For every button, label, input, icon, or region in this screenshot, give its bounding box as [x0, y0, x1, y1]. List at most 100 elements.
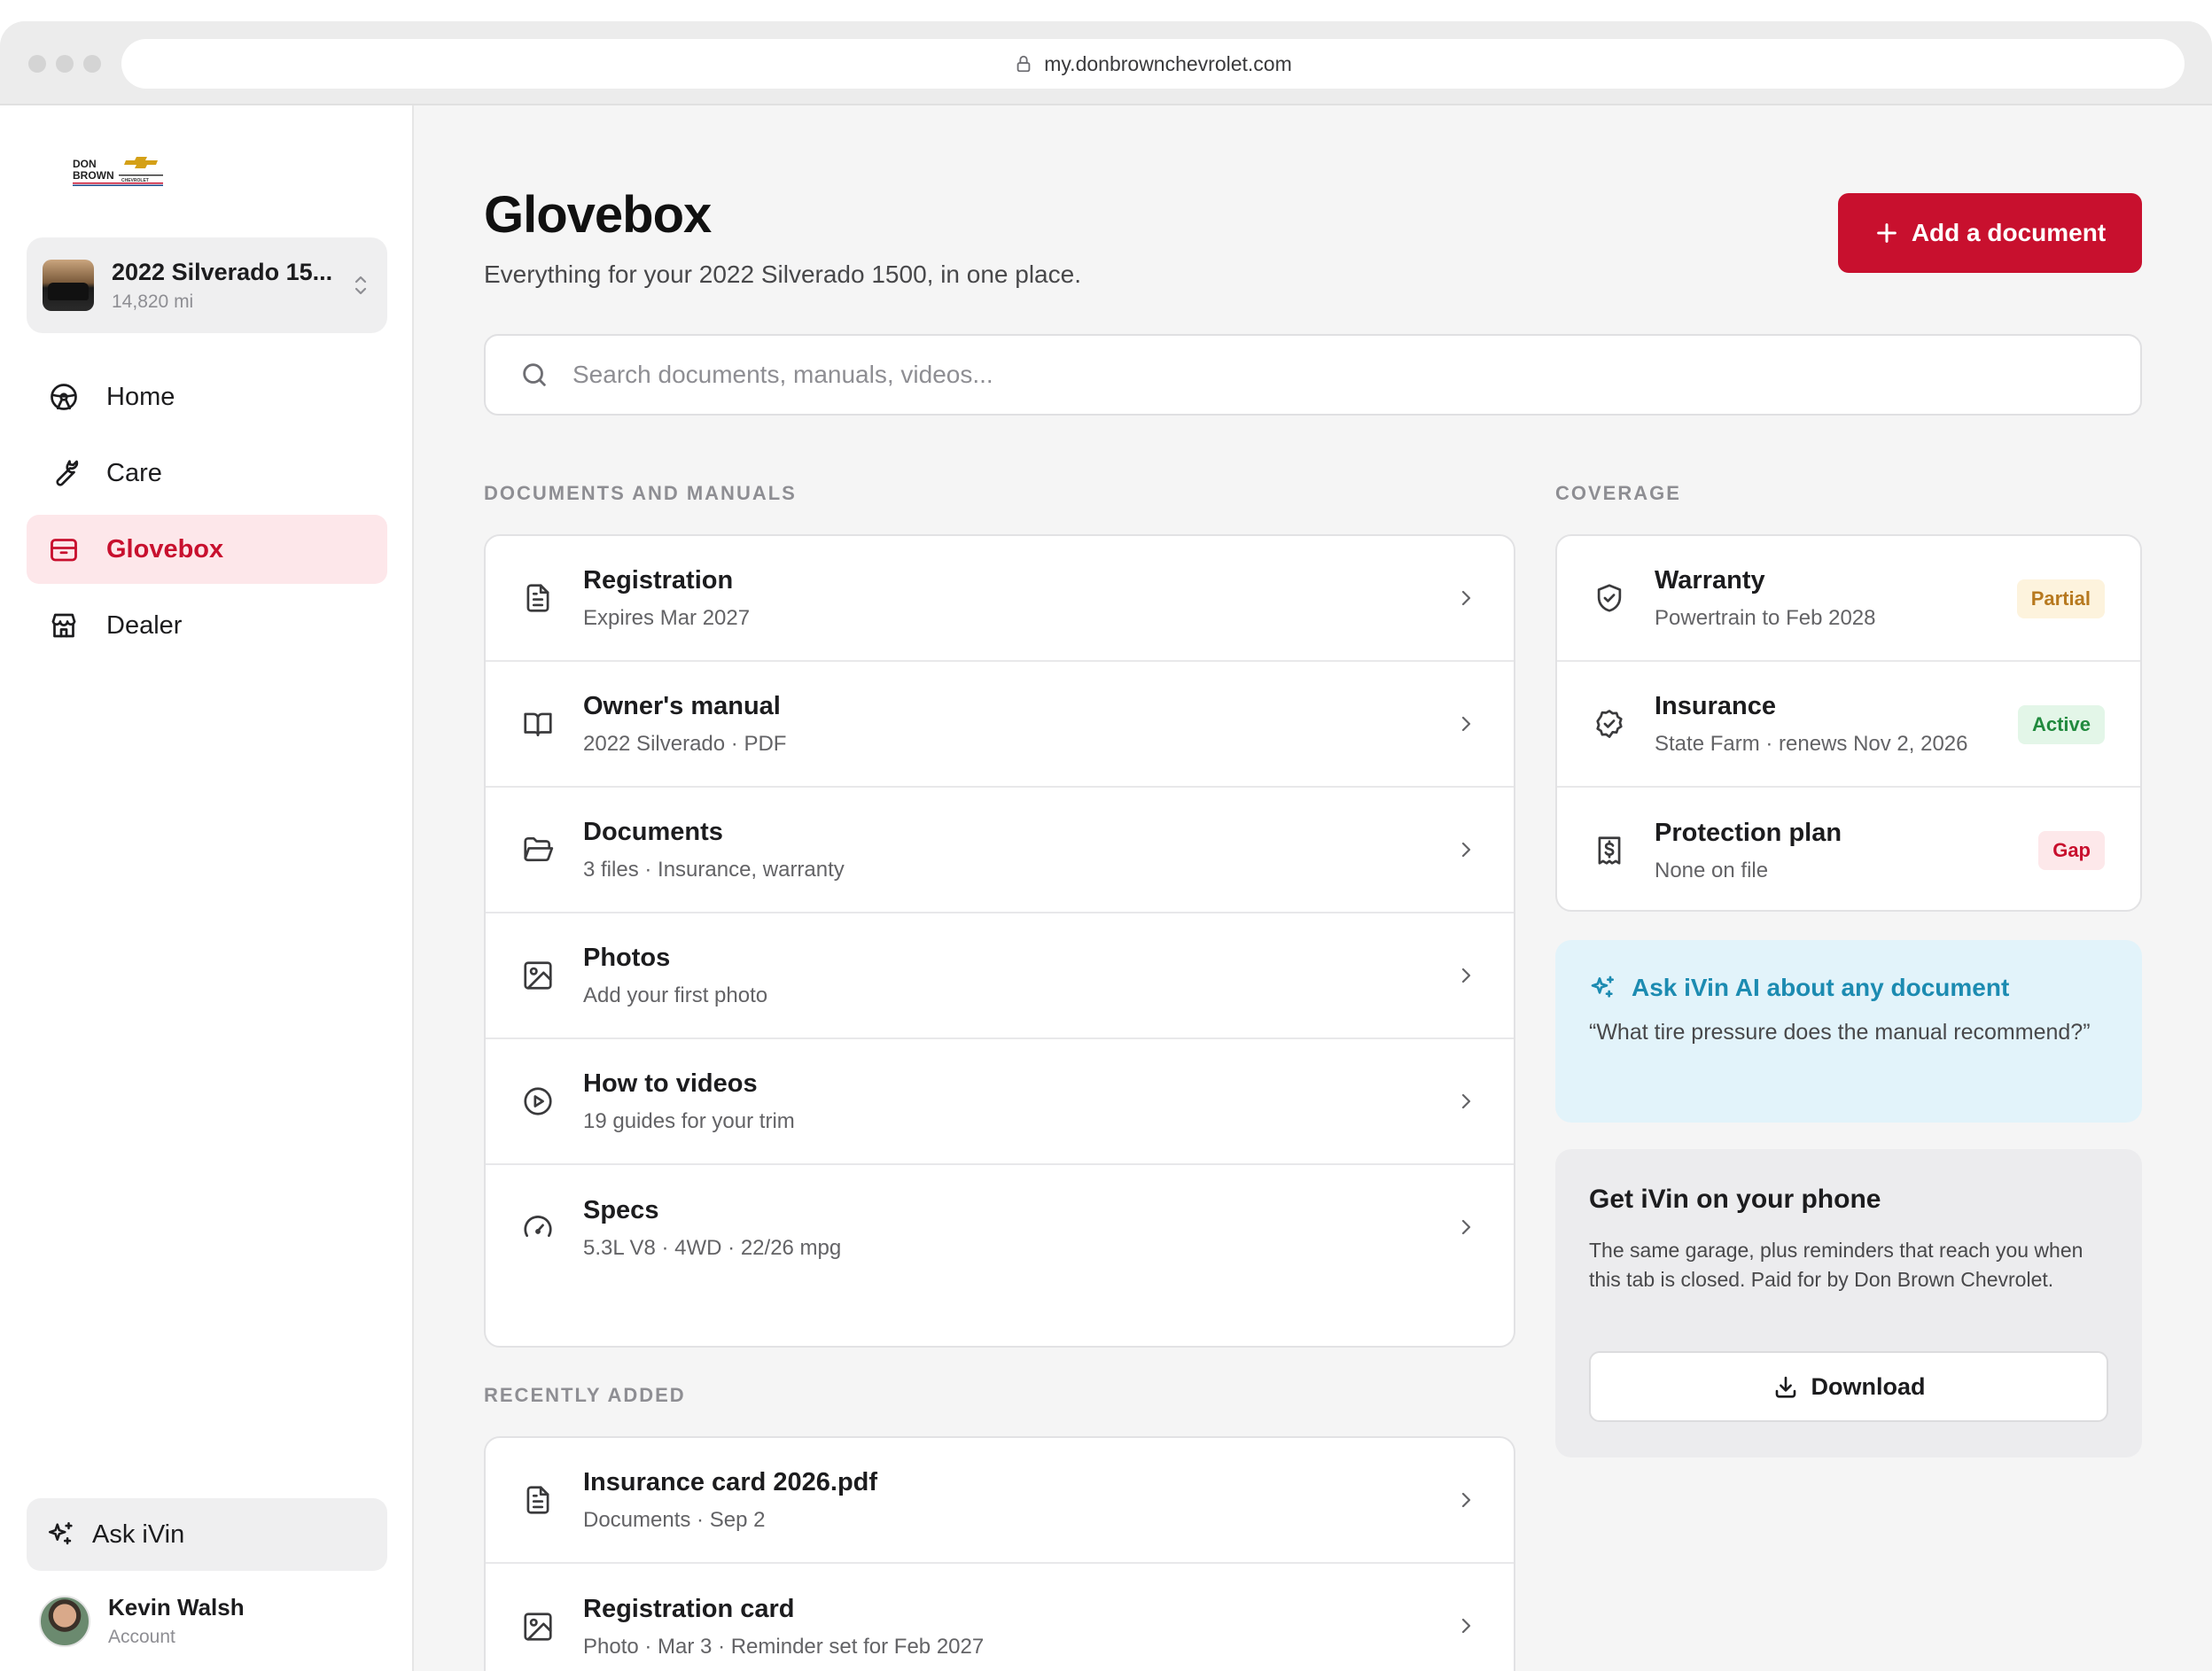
download-icon: [1775, 1376, 1795, 1398]
row-subtitle: Photo · Mar 3 · Reminder set for Feb 202…: [583, 1634, 985, 1659]
row-subtitle: 3 files · Insurance, warranty: [583, 857, 845, 882]
ask-ai-card[interactable]: Ask iVin AI about any document “What tir…: [1555, 940, 2142, 1123]
chevron-right-icon: [1461, 968, 1471, 983]
chevron-up-down-icon: [354, 276, 367, 295]
row-subtitle: Expires Mar 2027: [583, 605, 751, 630]
list-item-insurance-card[interactable]: Insurance card 2026.pdf Documents · Sep 2: [486, 1438, 1514, 1564]
wrench-icon: [56, 460, 79, 486]
sidebar-nav: Home Care Glovebox Dealer: [27, 362, 387, 667]
sidebar-item-home[interactable]: Home: [27, 362, 387, 431]
chevron-right-icon: [1461, 1618, 1471, 1634]
user-name: Kevin Walsh: [108, 1594, 245, 1620]
chevron-right-icon: [1461, 716, 1471, 732]
svg-text:BROWN: BROWN: [73, 169, 114, 182]
vehicle-switcher[interactable]: 2022 Silverado 15... 14,820 mi: [27, 237, 387, 333]
steering-wheel-icon: [51, 384, 77, 410]
search-placeholder: Search documents, manuals, videos...: [572, 361, 993, 388]
user-account[interactable]: Kevin Walsh Account: [39, 1594, 245, 1648]
vehicle-name: 2022 Silverado 15...: [112, 258, 333, 285]
store-icon: [51, 613, 76, 638]
get-app-body: The same garage, plus reminders that rea…: [1589, 1239, 2083, 1291]
search-input[interactable]: Search documents, manuals, videos...: [484, 334, 2142, 416]
sidebar-item-glovebox[interactable]: Glovebox: [27, 515, 387, 584]
address-bar[interactable]: my.donbrownchevrolet.com: [121, 39, 2185, 89]
list-item-documents[interactable]: Documents 3 files · Insurance, warranty: [486, 788, 1514, 913]
url-text: my.donbrownchevrolet.com: [1044, 51, 1292, 75]
list-item-registration-card[interactable]: Registration card Photo · Mar 3 · Reminde…: [486, 1564, 1514, 1671]
row-subtitle: 5.3L V8 · 4WD · 22/26 mpg: [583, 1235, 842, 1260]
list-item-how-to-videos[interactable]: How to videos 19 guides for your trim: [486, 1039, 1514, 1165]
window-dot-minimize[interactable]: [56, 55, 74, 73]
chevron-right-icon: [1461, 1219, 1471, 1235]
vehicle-mileage: 14,820 mi: [112, 291, 194, 312]
browser-window: my.donbrownchevrolet.com DON BROWN CHEVR…: [0, 21, 2212, 1671]
get-app-card: Get iVin on your phone The same garage, …: [1555, 1149, 2142, 1457]
image-icon: [524, 1613, 552, 1641]
list-item-owners-manual[interactable]: Owner's manual 2022 Silverado · PDF: [486, 662, 1514, 788]
receipt-dollar-icon: [1598, 836, 1621, 865]
documents-section-label: DOCUMENTS AND MANUALS: [484, 482, 797, 504]
shield-check-icon: [1597, 584, 1622, 612]
row-title: Insurance card 2026.pdf: [583, 1467, 878, 1496]
row-title: Owner's manual: [583, 691, 781, 720]
search-icon: [523, 363, 546, 386]
folder-icon: [524, 836, 554, 862]
coverage-item-warranty[interactable]: Warranty Powertrain to Feb 2028 Partial: [1557, 536, 2140, 662]
coverage-item-protection-plan[interactable]: Protection plan None on file Gap: [1557, 788, 2140, 910]
status-badge: Partial: [2016, 579, 2105, 618]
recent-list: Insurance card 2026.pdf Documents · Sep 2…: [484, 1436, 1515, 1671]
sidebar-item-label: Care: [106, 458, 162, 487]
page-subtitle: Everything for your 2022 Silverado 1500,…: [484, 260, 1081, 288]
get-app-title: Get iVin on your phone: [1589, 1185, 1881, 1214]
row-title: Photos: [583, 943, 671, 972]
list-item-specs[interactable]: Specs 5.3L V8 · 4WD · 22/26 mpg: [486, 1165, 1514, 1291]
coverage-section-label: COVERAGE: [1555, 482, 1681, 504]
list-item-photos[interactable]: Photos Add your first photo: [486, 913, 1514, 1039]
chevron-right-icon: [1461, 590, 1471, 606]
sidebar-item-dealer[interactable]: Dealer: [27, 591, 387, 660]
coverage-item-insurance[interactable]: Insurance State Farm · renews Nov 2, 2026…: [1557, 662, 2140, 788]
window-dot-close[interactable]: [28, 55, 46, 73]
image-icon: [524, 961, 552, 990]
window-dot-maximize[interactable]: [83, 55, 101, 73]
status-badge: Gap: [2038, 831, 2105, 870]
row-subtitle: Documents · Sep 2: [583, 1507, 766, 1532]
avatar: [39, 1595, 90, 1647]
ask-ivin-label: Ask iVin: [92, 1519, 185, 1549]
page-title: Glovebox: [484, 186, 712, 244]
sparkles-icon: [1591, 975, 1614, 998]
status-badge: Active: [2017, 705, 2105, 744]
sidebar-item-label: Home: [106, 382, 175, 411]
add-document-label: Add a document: [1911, 219, 2107, 246]
file-text-icon: [526, 584, 549, 612]
row-title: How to videos: [583, 1069, 758, 1098]
row-title: Specs: [583, 1195, 659, 1224]
ask-ivin-button[interactable]: Ask iVin: [27, 1498, 387, 1571]
inbox-icon: [51, 539, 77, 562]
sparkles-icon: [48, 1521, 73, 1545]
add-document-button[interactable]: Add a document: [1838, 193, 2142, 273]
row-title: Registration: [583, 565, 734, 595]
ai-card-quote: “What tire pressure does the manual reco…: [1589, 1020, 2091, 1045]
book-icon: [524, 712, 552, 737]
chevron-right-icon: [1461, 842, 1471, 858]
main-content: Glovebox Everything for your 2022 Silver…: [416, 105, 2212, 1671]
row-subtitle: Add your first photo: [583, 983, 768, 1007]
play-circle-icon: [524, 1087, 552, 1115]
documents-list: Registration Expires Mar 2027 Owner's man…: [484, 534, 1515, 1348]
vehicle-thumbnail: [43, 260, 94, 311]
chevron-right-icon: [1461, 1093, 1471, 1109]
sidebar-item-care[interactable]: Care: [27, 439, 387, 508]
lock-icon: [1016, 55, 1031, 73]
download-label: Download: [1811, 1372, 1926, 1400]
file-text-icon: [526, 1486, 549, 1514]
list-item-registration[interactable]: Registration Expires Mar 2027: [486, 536, 1514, 662]
download-button[interactable]: Download: [1589, 1351, 2108, 1422]
user-sub: Account: [108, 1627, 175, 1647]
sidebar: DON BROWN CHEVROLET 2022 Silverado 15...…: [0, 105, 414, 1671]
gauge-icon: [524, 1216, 552, 1238]
row-subtitle: 19 guides for your trim: [583, 1108, 795, 1133]
plus-icon: [1876, 223, 1897, 243]
dealer-logo[interactable]: DON BROWN CHEVROLET: [71, 155, 165, 187]
chevron-right-icon: [1461, 1492, 1471, 1508]
